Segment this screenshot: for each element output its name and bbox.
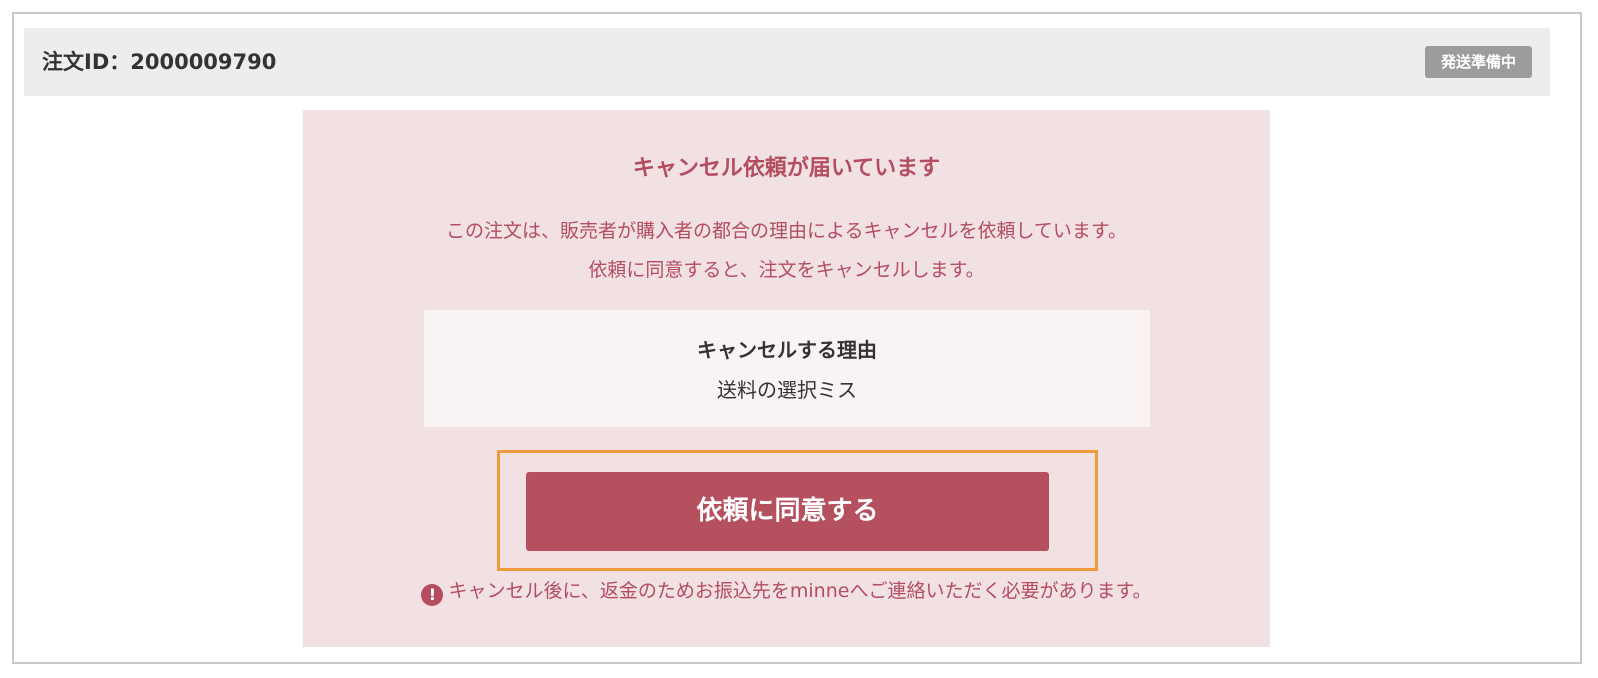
cancel-reason-value: 送料の選択ミス: [717, 378, 857, 402]
cancel-reason-box: キャンセルする理由 送料の選択ミス: [424, 310, 1150, 427]
notice-description-line-1: この注文は、販売者が購入者の都合の理由によるキャンセルを依頼しています。: [446, 220, 1127, 242]
cancel-reason-label: キャンセルする理由: [697, 338, 877, 362]
exclamation-icon: !: [421, 584, 444, 606]
notice-description-line-2: 依頼に同意すると、注文をキャンセルします。: [588, 259, 985, 281]
status-badge: 発送準備中: [1424, 46, 1532, 78]
refund-warning-text: キャンセル後に、返金のためお振込先をminneへご連絡いただく必要があります。: [448, 580, 1152, 602]
order-id: 注文ID：2000009790: [42, 50, 277, 74]
agree-button[interactable]: 依頼に同意する: [526, 472, 1049, 551]
highlight-frame: 依頼に同意する: [497, 450, 1098, 571]
order-header: 注文ID：2000009790 発送準備中: [24, 28, 1550, 96]
notice-title: キャンセル依頼が届いています: [632, 156, 941, 181]
refund-warning: ! キャンセル後に、返金のためお振込先をminneへご連絡いただく必要があります。: [303, 576, 1270, 606]
cancel-request-panel: キャンセル依頼が届いています この注文は、販売者が購入者の都合の理由によるキャン…: [303, 110, 1270, 647]
